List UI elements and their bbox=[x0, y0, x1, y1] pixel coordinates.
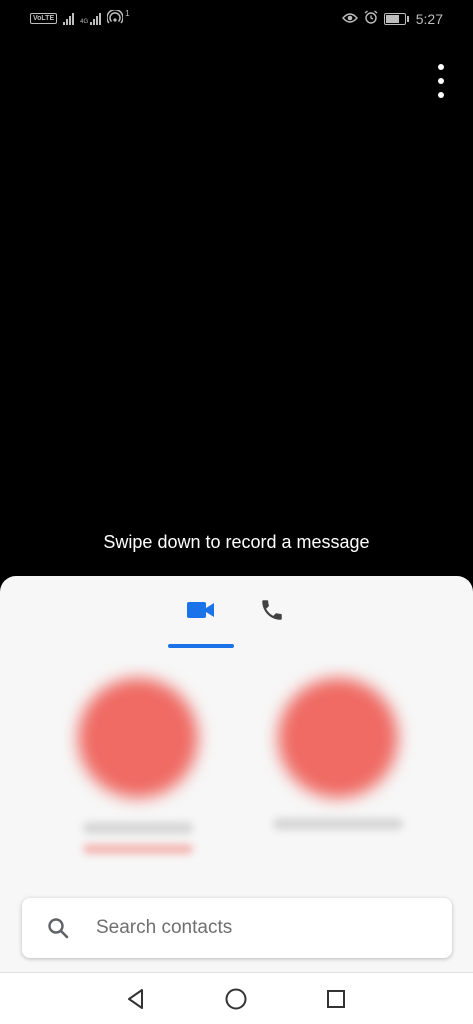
screen: VoLTE 4G 1 5:27 Swipe down to record a m… bbox=[0, 0, 473, 1024]
search-icon bbox=[44, 914, 72, 942]
more-options-icon[interactable] bbox=[431, 64, 451, 98]
battery-icon bbox=[383, 12, 409, 25]
back-icon[interactable] bbox=[122, 985, 150, 1013]
status-bar: VoLTE 4G 1 5:27 bbox=[0, 0, 473, 40]
contact-item[interactable] bbox=[68, 678, 208, 854]
signal-icon bbox=[63, 12, 75, 25]
alarm-icon bbox=[364, 10, 378, 27]
hotspot-icon bbox=[106, 8, 124, 27]
network-type-label: 4G bbox=[80, 18, 89, 25]
tab-selected-indicator bbox=[168, 644, 234, 648]
signal-icon-2: 4G bbox=[80, 12, 102, 25]
recents-icon[interactable] bbox=[322, 985, 350, 1013]
swipe-hint: Swipe down to record a message bbox=[103, 532, 370, 552]
contact-name-blurred bbox=[83, 822, 193, 834]
status-right: 5:27 bbox=[341, 10, 443, 27]
tab-video-call[interactable] bbox=[168, 576, 234, 648]
status-left: VoLTE 4G 1 bbox=[30, 8, 130, 27]
phone-icon bbox=[259, 597, 285, 628]
home-icon[interactable] bbox=[222, 985, 250, 1013]
tab-voice-call[interactable] bbox=[246, 576, 298, 648]
video-camera-icon bbox=[186, 600, 216, 625]
status-time: 5:27 bbox=[415, 10, 443, 27]
contact-item[interactable] bbox=[268, 678, 408, 830]
contact-name-blurred bbox=[273, 818, 403, 830]
search-bar[interactable] bbox=[22, 898, 452, 958]
search-input[interactable] bbox=[96, 917, 452, 939]
contacts-sheet bbox=[0, 576, 473, 972]
navigation-bar bbox=[0, 972, 473, 1024]
contact-avatar bbox=[78, 678, 198, 798]
contact-detail-blurred bbox=[83, 844, 193, 854]
volte-badge: VoLTE bbox=[30, 13, 58, 24]
eye-comfort-icon bbox=[341, 11, 358, 27]
hotspot-count: 1 bbox=[125, 9, 130, 18]
contact-avatar bbox=[278, 678, 398, 798]
